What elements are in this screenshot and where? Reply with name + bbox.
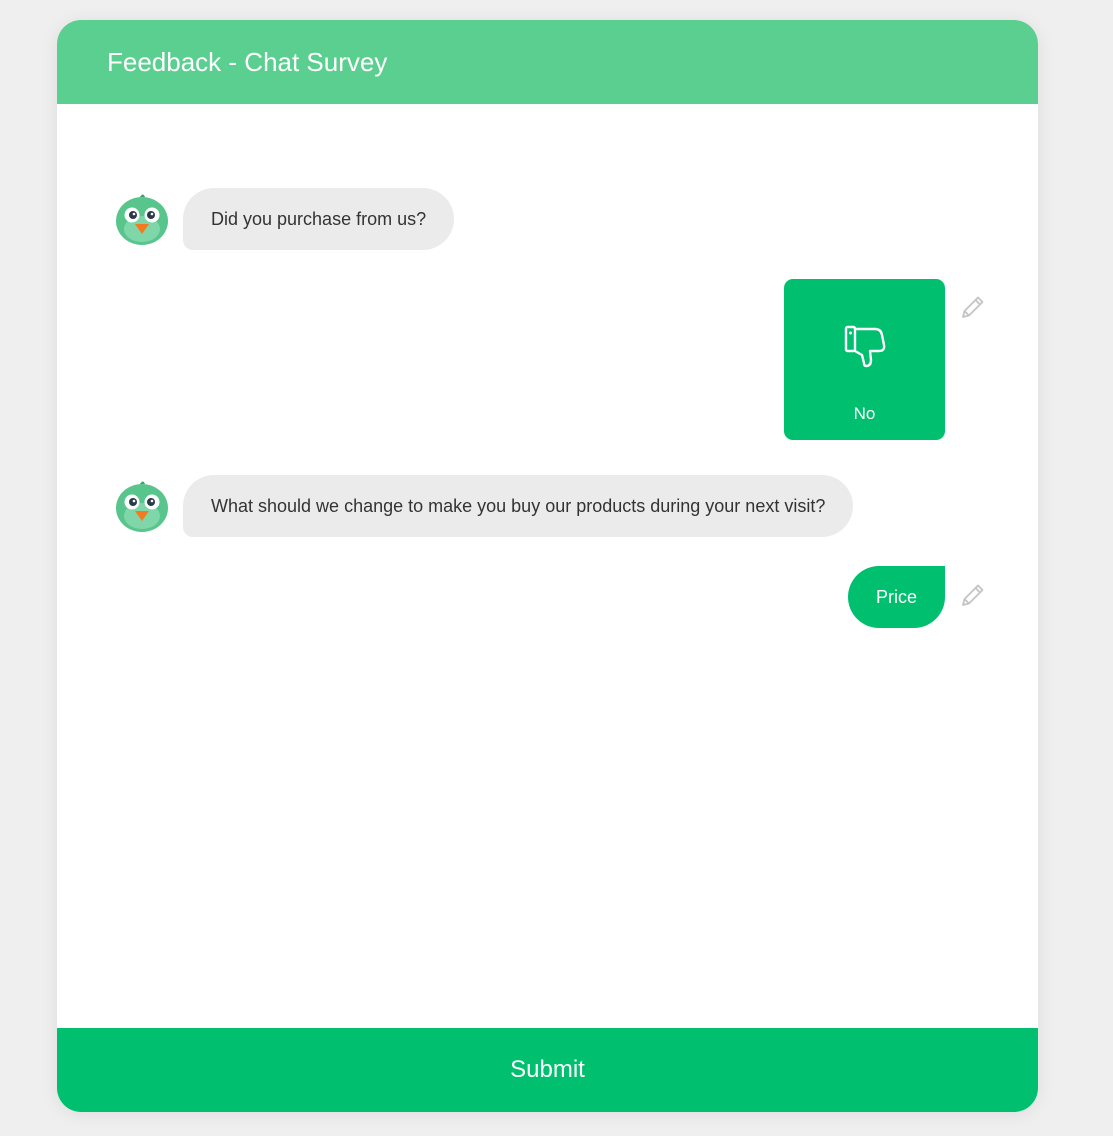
submit-button[interactable]: Submit bbox=[57, 1028, 1038, 1112]
bot-message: Did you purchase from us? bbox=[114, 188, 534, 250]
bot-question-bubble: What should we change to make you buy ou… bbox=[183, 475, 854, 537]
answer-card-no[interactable]: No bbox=[784, 279, 945, 440]
bot-question-bubble: Did you purchase from us? bbox=[183, 188, 455, 250]
thumbs-down-icon bbox=[844, 325, 886, 368]
edit-answer-icon[interactable] bbox=[959, 581, 987, 609]
survey-title: Feedback - Chat Survey bbox=[107, 47, 388, 77]
bot-avatar-icon bbox=[116, 481, 168, 532]
bot-avatar-icon bbox=[116, 194, 168, 245]
chat-survey-card: Feedback - Chat Survey Did you purchase … bbox=[57, 20, 1038, 1112]
answer-card-label: No bbox=[853, 404, 876, 423]
bot-message: What should we change to make you buy ou… bbox=[114, 475, 934, 537]
edit-answer-icon[interactable] bbox=[959, 293, 987, 321]
answer-pill-price[interactable]: Price bbox=[848, 566, 945, 628]
survey-header: Feedback - Chat Survey bbox=[57, 20, 1038, 104]
